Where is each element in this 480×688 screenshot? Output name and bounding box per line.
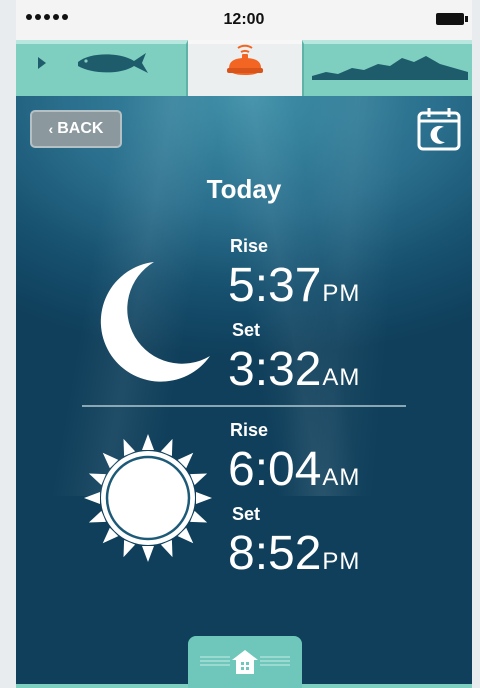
sun-icon <box>84 434 212 562</box>
moon-icon <box>100 262 210 382</box>
sun-set-suffix: PM <box>322 548 361 575</box>
battery-icon <box>436 13 468 25</box>
signal-icon <box>26 14 68 20</box>
divider <box>82 405 406 407</box>
calendar-moon-icon[interactable] <box>416 106 462 152</box>
sun-rise-time: 6:04AM <box>228 446 360 502</box>
moon-rise-time-value: 5:37 <box>228 259 322 312</box>
tab-depth[interactable] <box>302 40 472 96</box>
fish-icon <box>38 53 148 73</box>
moon-rise-label: Rise <box>230 236 269 256</box>
sun-set-time: 8:52PM <box>228 530 360 586</box>
status-bar: 12:00 <box>16 0 472 40</box>
tab-sonar[interactable] <box>188 40 302 96</box>
moon-set-label: Set <box>232 320 261 340</box>
sonar-icon <box>227 44 263 75</box>
sun-set-label: Set <box>232 504 261 524</box>
sun-rise-time-value: 6:04 <box>228 443 322 496</box>
home-tab-left-lines <box>200 656 230 666</box>
moon-set-suffix: AM <box>322 364 361 391</box>
depth-profile-icon <box>312 56 468 80</box>
phone-screen: 12:00 ‹ BACK Today Rise 5:37PM Set 3:32A… <box>16 0 472 688</box>
moon-rise-time: 5:37PM <box>228 262 360 318</box>
moon-rise-suffix: PM <box>322 280 361 307</box>
moon-set-time: 3:32AM <box>228 346 360 402</box>
moon-set-time-value: 3:32 <box>228 343 322 396</box>
chevron-left-icon: ‹ <box>48 121 54 137</box>
sun-set-time-value: 8:52 <box>228 527 322 580</box>
sun-rise-label: Rise <box>230 420 269 440</box>
page-title: Today <box>206 174 282 204</box>
tab-fish[interactable] <box>16 40 188 96</box>
back-button[interactable]: ‹ BACK <box>30 110 122 148</box>
home-icon <box>232 650 258 674</box>
home-tab-right-lines <box>260 656 290 666</box>
top-tab-bar <box>16 40 472 96</box>
sun-rise-suffix: AM <box>322 464 361 491</box>
status-time: 12:00 <box>223 11 265 28</box>
back-button-label: BACK <box>57 120 104 137</box>
main-content: ‹ BACK Today Rise 5:37PM Set 3:32AM Rise… <box>16 96 472 688</box>
home-button[interactable] <box>188 636 302 688</box>
